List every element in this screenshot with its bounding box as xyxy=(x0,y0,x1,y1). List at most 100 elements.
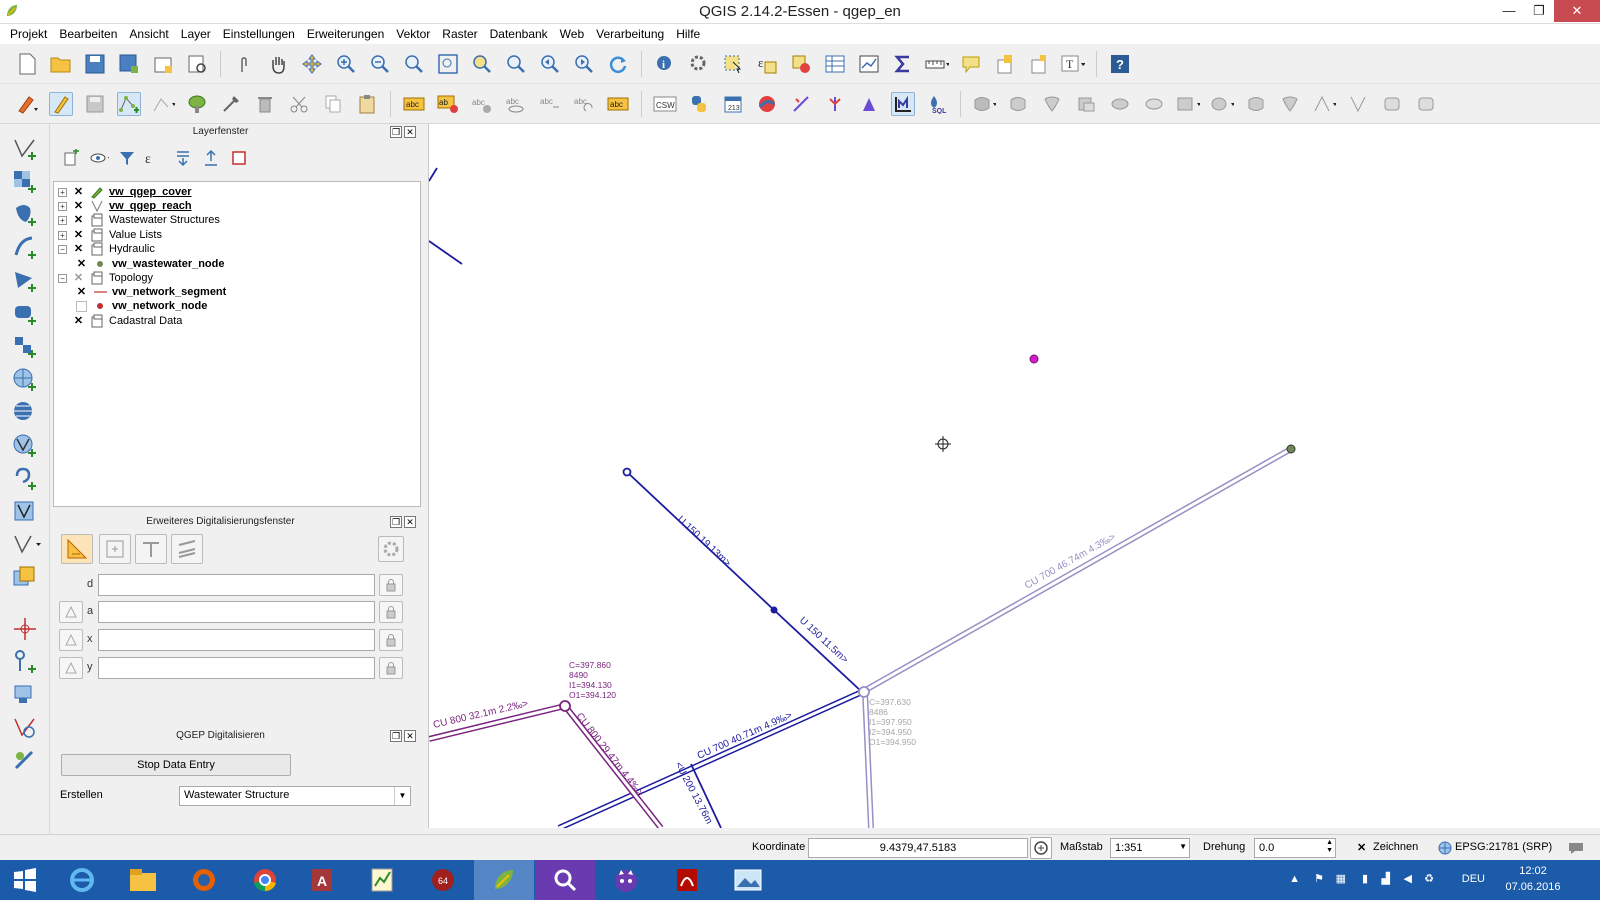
photo-viewer-icon[interactable] xyxy=(718,860,778,900)
zoom-in-icon[interactable] xyxy=(334,52,358,76)
coordinate-field[interactable]: 9.4379,47.5183 xyxy=(808,838,1028,858)
save-layer-edits-icon[interactable] xyxy=(83,92,107,116)
menu-hilfe[interactable]: Hilfe xyxy=(670,24,706,44)
menu-datenbank[interactable]: Datenbank xyxy=(484,24,554,44)
new-bookmark-icon[interactable] xyxy=(993,52,1017,76)
qgep-profile-icon[interactable] xyxy=(891,91,915,116)
remove-layer-icon[interactable] xyxy=(229,148,249,168)
menu-layer[interactable]: Layer xyxy=(175,24,217,44)
messages-icon[interactable] xyxy=(1567,841,1585,858)
reach-vertex[interactable] xyxy=(622,467,632,477)
layer-labeling-icon[interactable]: abc xyxy=(402,92,426,116)
sync-icon[interactable]: ♻ xyxy=(1424,872,1434,885)
add-postgis-layer-icon[interactable] xyxy=(12,202,38,228)
render-checkbox[interactable]: ✕ xyxy=(1357,841,1366,854)
pan-map-icon[interactable] xyxy=(266,52,290,76)
filter-legend-icon[interactable] xyxy=(117,148,137,168)
float-panel-button[interactable]: ❐ xyxy=(390,730,402,742)
layer-row[interactable]: + ✕ Value Lists xyxy=(58,228,162,242)
python-console-icon[interactable] xyxy=(687,92,711,116)
layer-row[interactable]: + ✕ Wastewater Structures xyxy=(58,213,220,227)
action-center-icon[interactable]: ▦ xyxy=(1336,872,1346,885)
qgep-upstream-icon[interactable] xyxy=(857,92,881,116)
add-line-icon[interactable] xyxy=(151,92,175,116)
search-app-icon[interactable] xyxy=(535,860,595,900)
layer-visibility-checkbox[interactable]: ✕ xyxy=(73,272,84,284)
zoom-next-icon[interactable] xyxy=(572,52,596,76)
map-canvas[interactable]: U 150 19.13m> U 150 11.5m> CU 700 46.74m… xyxy=(428,124,1600,828)
y-lock-icon[interactable] xyxy=(379,657,403,679)
composer-manager-icon[interactable] xyxy=(185,52,209,76)
close-panel-button[interactable]: ✕ xyxy=(404,126,416,138)
chrome-icon[interactable] xyxy=(235,860,295,900)
menu-projekt[interactable]: Projekt xyxy=(4,24,53,44)
manhole-node-8486[interactable] xyxy=(858,686,870,698)
collapse-icon[interactable]: − xyxy=(58,244,67,254)
close-panel-button[interactable]: ✕ xyxy=(404,516,416,528)
advanced-edit-2-icon[interactable] xyxy=(1006,92,1030,116)
rotation-field[interactable]: 0.0 ▲ ▼ xyxy=(1254,838,1336,858)
advanced-edit-1-icon[interactable] xyxy=(972,92,996,116)
show-hide-labels-icon[interactable]: abc xyxy=(504,92,528,116)
node-tool-icon[interactable] xyxy=(219,92,243,116)
qgis-taskbar-icon[interactable] xyxy=(474,860,534,900)
advanced-edit-5-icon[interactable] xyxy=(1108,92,1132,116)
layer-visibility-checkbox[interactable]: ✕ xyxy=(73,243,84,255)
close-panel-button[interactable]: ✕ xyxy=(404,730,416,742)
zoom-native-icon[interactable] xyxy=(402,52,426,76)
x-lock-icon[interactable] xyxy=(379,629,403,651)
copy-features-icon[interactable] xyxy=(321,92,345,116)
add-polygon-icon[interactable] xyxy=(185,92,209,116)
blue-reach-fragment-1[interactable] xyxy=(429,167,438,182)
menu-raster[interactable]: Raster xyxy=(436,24,483,44)
power-icon[interactable]: ▮ xyxy=(1362,872,1368,885)
manhole-node-8490[interactable] xyxy=(559,700,571,712)
y-field[interactable] xyxy=(98,657,375,679)
highlight-pinned-icon[interactable]: abc xyxy=(470,92,494,116)
toggle-extents-icon[interactable] xyxy=(1030,837,1052,859)
layer-row[interactable]: − ✕ Hydraulic xyxy=(58,242,155,256)
network-icon[interactable]: ▟ xyxy=(1382,872,1390,885)
add-vector-layer-icon[interactable] xyxy=(12,136,38,162)
access-icon[interactable]: A xyxy=(292,860,352,900)
a-relative-icon[interactable] xyxy=(59,601,83,623)
menu-vektor[interactable]: Vektor xyxy=(390,24,436,44)
rotate-label-icon[interactable]: abc xyxy=(572,92,596,116)
clock-time[interactable]: 12:02 xyxy=(1498,865,1568,877)
minimize-button[interactable]: — xyxy=(1494,0,1524,22)
refresh-icon[interactable] xyxy=(606,52,630,76)
statistics-icon[interactable] xyxy=(857,52,881,76)
help-icon[interactable]: ? xyxy=(1108,52,1132,76)
collapse-all-icon[interactable] xyxy=(201,148,221,168)
layer-row[interactable]: ✕ vw_network_segment xyxy=(76,285,226,299)
construction-mode-icon[interactable] xyxy=(99,534,131,564)
save-project-icon[interactable] xyxy=(83,52,107,76)
menu-ansicht[interactable]: Ansicht xyxy=(123,24,174,44)
collapse-icon[interactable]: − xyxy=(58,273,67,283)
layer-visibility-checkbox[interactable]: ✕ xyxy=(73,200,84,212)
clock-date[interactable]: 07.06.2016 xyxy=(1498,881,1568,893)
perpendicular-icon[interactable] xyxy=(171,534,203,564)
file-explorer-icon[interactable] xyxy=(113,860,173,900)
menu-verarbeitung[interactable]: Verarbeitung xyxy=(590,24,670,44)
acrobat-icon[interactable] xyxy=(657,860,717,900)
advanced-edit-11-icon[interactable] xyxy=(1312,92,1336,116)
reach-vertex[interactable] xyxy=(770,606,778,614)
add-oracle-layer-icon[interactable] xyxy=(12,334,38,360)
layer-visibility-checkbox[interactable]: ✕ xyxy=(73,214,84,226)
windows-start-icon[interactable] xyxy=(0,860,50,900)
restore-button[interactable]: ❐ xyxy=(1524,0,1554,22)
manage-visibility-icon[interactable] xyxy=(89,148,109,168)
expand-all-icon[interactable] xyxy=(173,148,193,168)
a-field[interactable] xyxy=(98,601,375,623)
layer-row[interactable]: + ✕ vw_qgep_reach xyxy=(58,199,192,213)
filter-expression-icon[interactable]: ε xyxy=(145,148,165,168)
gps-crosshair-icon[interactable] xyxy=(12,616,38,642)
add-virtual-layer-icon[interactable] xyxy=(12,499,38,525)
layer-visibility-checkbox[interactable]: ✕ xyxy=(73,229,84,241)
advanced-edit-14-icon[interactable] xyxy=(1414,92,1438,116)
zoom-out-icon[interactable] xyxy=(368,52,392,76)
advanced-edit-9-icon[interactable] xyxy=(1244,92,1268,116)
text-annotation-icon[interactable]: T xyxy=(1061,52,1085,76)
snapping-settings-icon[interactable] xyxy=(378,536,404,562)
